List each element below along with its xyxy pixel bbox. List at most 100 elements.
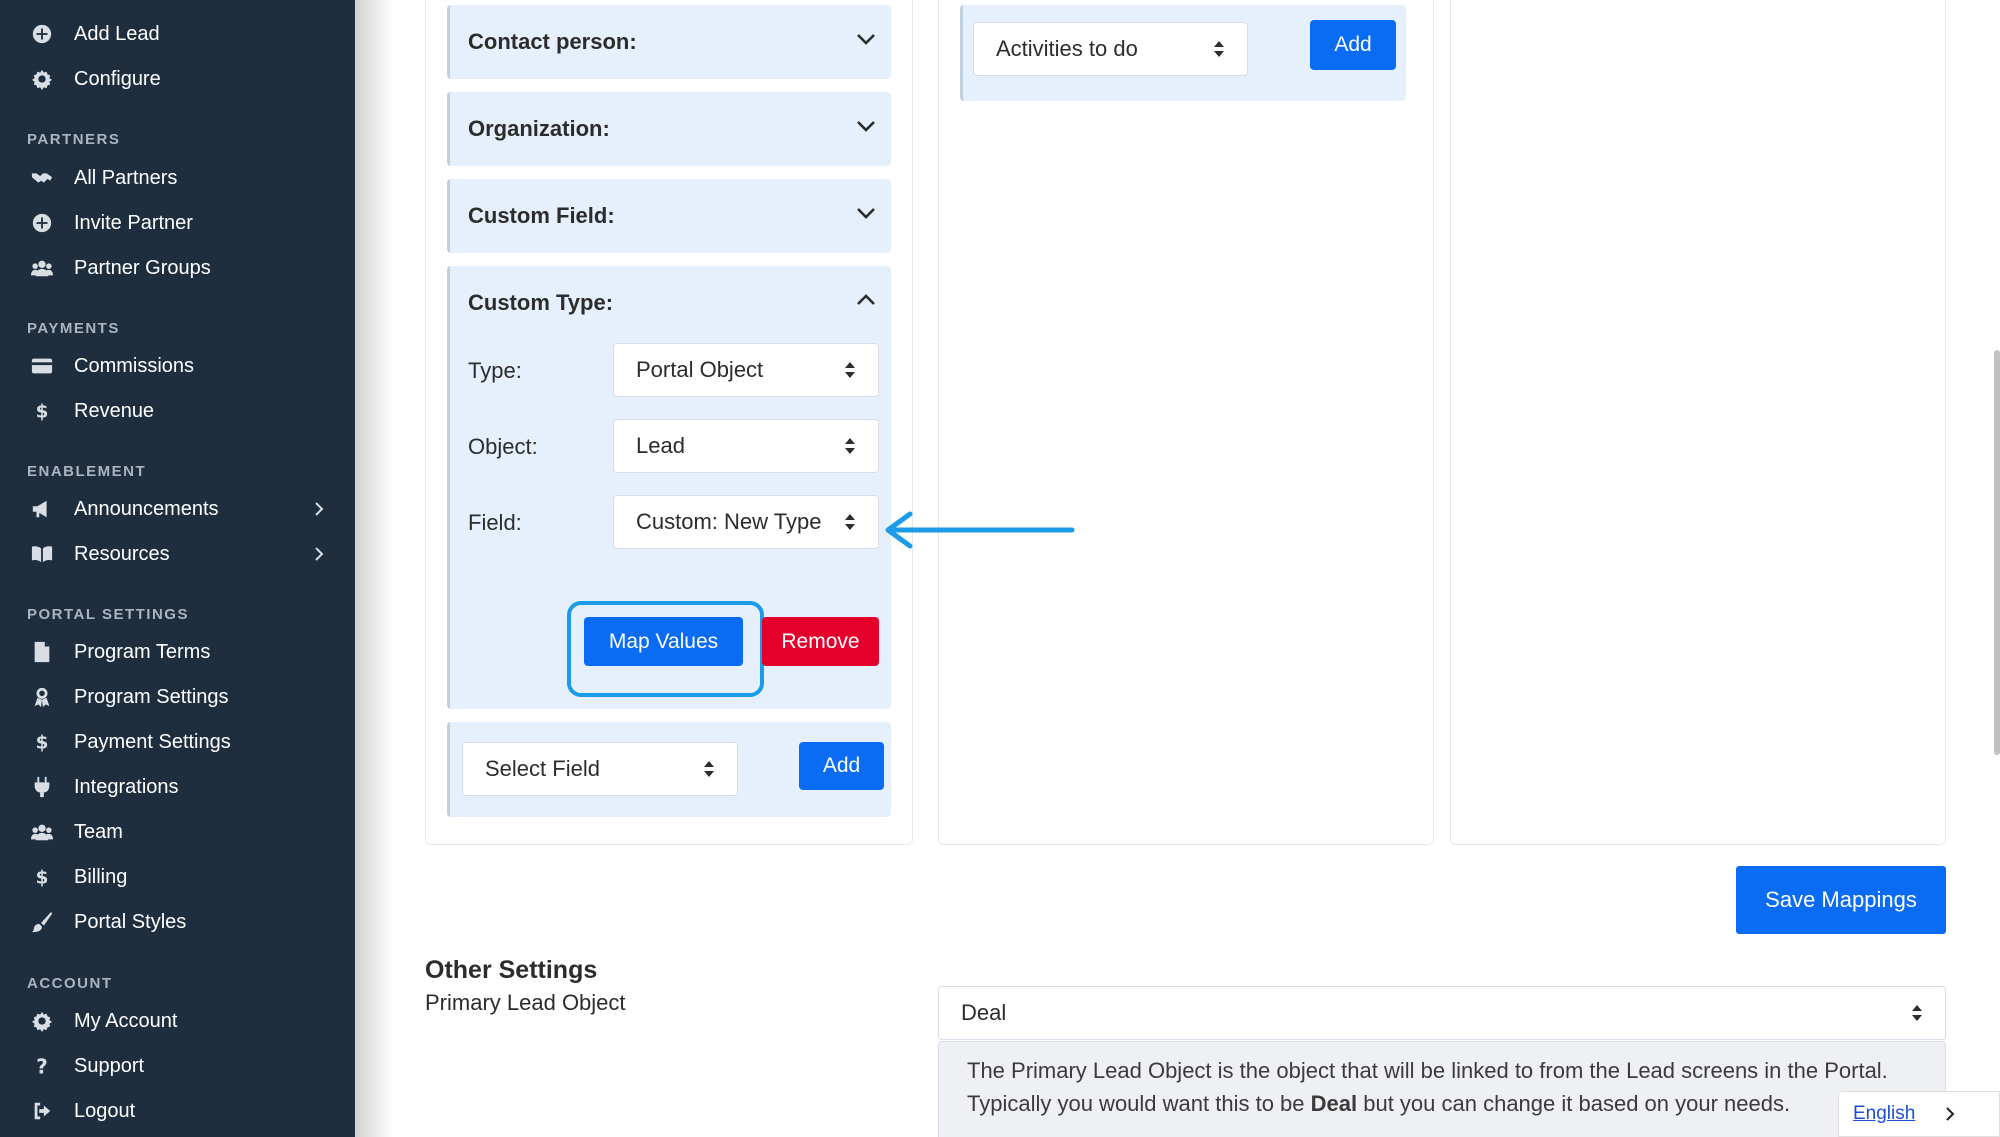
sidebar-item-label: Add Lead — [74, 22, 160, 45]
sidebar-item-label: Program Terms — [74, 640, 211, 663]
accordion-organization[interactable]: Organization: — [447, 92, 891, 166]
remove-button[interactable]: Remove — [762, 617, 879, 666]
sidebar-item-label: Billing — [74, 865, 128, 888]
sort-icon — [845, 438, 855, 454]
sidebar-item-label: Logout — [74, 1099, 136, 1122]
accordion-header[interactable]: Contact person: — [468, 5, 877, 79]
annotation-arrow-icon — [885, 511, 1075, 549]
sidebar-item-commissions[interactable]: Commissions — [27, 346, 194, 386]
book-icon — [27, 539, 57, 569]
chevron-down-icon — [855, 28, 877, 56]
sidebar-item-resources[interactable]: Resources — [27, 534, 327, 574]
dollar-icon: $ — [27, 396, 57, 426]
select-value: Select Field — [485, 756, 600, 781]
sidebar-item-label: My Account — [74, 1009, 178, 1032]
svg-text:$: $ — [36, 401, 49, 422]
accordion-title: Custom Type: — [468, 290, 614, 315]
section-label-portal-settings: PORTAL SETTINGS — [27, 606, 189, 623]
svg-text:$: $ — [36, 732, 49, 753]
accordion-title: Organization: — [468, 116, 610, 141]
accordion-custom-type: Custom Type: Type: Portal Object Object:… — [447, 266, 891, 709]
svg-text:?: ? — [36, 1055, 48, 1077]
sidebar-item-revenue[interactable]: $ Revenue — [27, 391, 154, 431]
help-text-end: but you can change it based on your need… — [1357, 1091, 1791, 1116]
handshake-icon — [27, 163, 57, 193]
chevron-up-icon — [855, 289, 877, 317]
activities-select[interactable]: Activities to do — [973, 22, 1248, 76]
scrollbar[interactable] — [1994, 350, 2000, 755]
select-value: Deal — [961, 1000, 1007, 1025]
sidebar-item-integrations[interactable]: Integrations — [27, 767, 179, 807]
accordion-custom-field[interactable]: Custom Field: — [447, 179, 891, 253]
primary-lead-object-help: The Primary Lead Object is the object th… — [938, 1041, 1946, 1137]
sidebar-item-label: Announcements — [74, 497, 219, 520]
sidebar-item-announcements[interactable]: Announcements — [27, 489, 327, 529]
sort-icon — [845, 514, 855, 530]
select-value: Portal Object — [636, 357, 764, 382]
sidebar: Add Lead Configure PARTNERS All Partners… — [0, 0, 355, 1137]
activities-row: Activities to do Add — [960, 5, 1406, 101]
sort-icon — [704, 761, 714, 777]
section-label-payments: PAYMENTS — [27, 320, 120, 337]
language-selector[interactable]: English — [1838, 1091, 2000, 1137]
sidebar-item-label: Program Settings — [74, 685, 229, 708]
sidebar-item-label: Resources — [74, 542, 170, 565]
sidebar-item-label: Support — [74, 1054, 145, 1077]
users-icon — [27, 817, 57, 847]
sidebar-item-partner-groups[interactable]: Partner Groups — [27, 248, 211, 288]
logout-icon — [27, 1096, 57, 1126]
select-value: Lead — [636, 433, 685, 458]
sidebar-item-portal-styles[interactable]: Portal Styles — [27, 902, 186, 942]
sidebar-item-payment-settings[interactable]: $ Payment Settings — [27, 722, 231, 762]
select-field-dropdown[interactable]: Select Field — [462, 742, 738, 796]
sidebar-item-my-account[interactable]: My Account — [27, 1001, 177, 1041]
gear-icon — [27, 1006, 57, 1036]
sidebar-item-label: Partner Groups — [74, 256, 211, 279]
file-icon — [27, 637, 57, 667]
object-label: Object: — [468, 434, 538, 459]
sidebar-item-billing[interactable]: $ Billing — [27, 857, 128, 897]
plus-circle-icon — [27, 208, 57, 238]
accordion-header[interactable]: Custom Field: — [468, 179, 877, 253]
sidebar-item-support[interactable]: ? Support — [27, 1046, 144, 1086]
dollar-icon: $ — [27, 727, 57, 757]
sort-icon — [1214, 41, 1224, 57]
type-select[interactable]: Portal Object — [613, 343, 879, 397]
sort-icon — [1912, 1005, 1922, 1021]
object-select[interactable]: Lead — [613, 419, 879, 473]
map-values-button[interactable]: Map Values — [584, 617, 743, 666]
field-select[interactable]: Custom: New Type — [613, 495, 879, 549]
other-settings-heading: Other Settings — [425, 956, 598, 984]
sidebar-item-program-settings[interactable]: Program Settings — [27, 677, 229, 717]
add-field-button[interactable]: Add — [799, 742, 884, 790]
accordion-title: Contact person: — [468, 29, 637, 54]
sidebar-item-add-lead[interactable]: Add Lead — [27, 14, 160, 54]
sidebar-item-configure[interactable]: Configure — [27, 59, 161, 99]
language-link[interactable]: English — [1853, 1103, 1915, 1125]
sidebar-item-team[interactable]: Team — [27, 812, 123, 852]
activities-add-button[interactable]: Add — [1310, 20, 1396, 70]
chevron-down-icon — [855, 202, 877, 230]
accordion-header[interactable]: Custom Type: — [468, 266, 877, 340]
save-mappings-button[interactable]: Save Mappings — [1736, 866, 1946, 934]
select-value: Custom: New Type — [636, 509, 822, 534]
primary-lead-object-label: Primary Lead Object — [425, 990, 626, 1015]
accordion-header[interactable]: Organization: — [468, 92, 877, 166]
chevron-down-icon — [855, 115, 877, 143]
type-label: Type: — [468, 358, 522, 383]
mapping-panel-left: Contact person: Organization: Custom Fie… — [425, 0, 913, 845]
add-field-row: Select Field Add — [447, 722, 891, 817]
sidebar-item-logout[interactable]: Logout — [27, 1091, 135, 1131]
sidebar-item-label: Configure — [74, 67, 161, 90]
primary-lead-object-select[interactable]: Deal — [938, 986, 1946, 1040]
dollar-icon: $ — [27, 862, 57, 892]
sidebar-item-all-partners[interactable]: All Partners — [27, 158, 177, 198]
accordion-contact-person[interactable]: Contact person: — [447, 5, 891, 79]
chevron-right-icon — [311, 534, 327, 574]
plus-circle-icon — [27, 19, 57, 49]
sidebar-item-label: Team — [74, 820, 123, 843]
sidebar-item-invite-partner[interactable]: Invite Partner — [27, 203, 193, 243]
sidebar-item-program-terms[interactable]: Program Terms — [27, 632, 210, 672]
sidebar-item-label: Invite Partner — [74, 211, 193, 234]
chevron-right-icon — [1943, 1106, 1957, 1122]
